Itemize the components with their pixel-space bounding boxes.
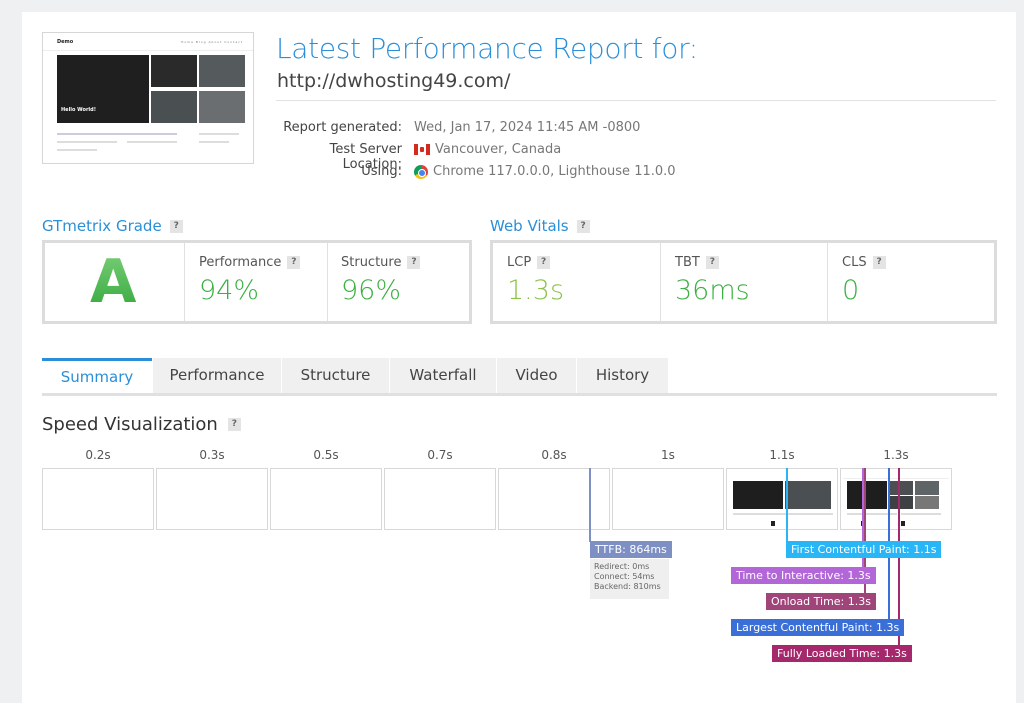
gtmetrix-grade-box: A Performance? 94% Structure? 96% [42, 240, 472, 324]
using-value: Chrome 117.0.0.0, Lighthouse 11.0.0 [433, 164, 676, 179]
web-vitals-box: LCP? 1.3s TBT? 36ms CLS? 0 [490, 240, 997, 324]
help-icon[interactable]: ? [287, 256, 301, 269]
structure-metric: Structure? 96% [327, 243, 469, 321]
report-title: Latest Performance Report for: [276, 32, 698, 65]
timeline-tick: 0.3s [199, 448, 225, 462]
web-vitals-title: Web Vitals [490, 217, 569, 235]
timeline-tick: 0.5s [313, 448, 339, 462]
filmstrip-frame[interactable] [498, 468, 610, 530]
thumbnail-site-name: Demo [57, 39, 74, 45]
ttfb-backend: Backend: 810ms [594, 582, 661, 591]
filmstrip-frame[interactable] [726, 468, 838, 530]
filmstrip-frame[interactable] [42, 468, 154, 530]
fully-loaded-time-marker: Fully Loaded Time: 1.3s [772, 645, 912, 662]
ttfb-details: Redirect: 0ms Connect: 54ms Backend: 810… [590, 559, 669, 599]
first-contentful-paint-marker: First Contentful Paint: 1.1s [786, 541, 942, 558]
tab-summary[interactable]: Summary [42, 358, 152, 393]
ttfb-marker: TTFB: 864ms [590, 541, 672, 558]
help-icon[interactable]: ? [537, 256, 551, 269]
cls-metric: CLS? 0 [828, 243, 994, 321]
cls-value: 0 [842, 275, 860, 306]
report-card: Demo Home Blog About Contact Hello World… [22, 12, 1016, 703]
timeline-tick: 1.1s [769, 448, 795, 462]
report-tabs: Summary Performance Structure Waterfall … [42, 358, 997, 396]
page-screenshot-thumbnail[interactable]: Demo Home Blog About Contact Hello World… [42, 32, 254, 164]
thumbnail-hero-text: Hello World! [61, 107, 96, 113]
cls-label: CLS [842, 255, 867, 270]
filmstrip-frame[interactable] [270, 468, 382, 530]
test-server-location: Vancouver, Canada [414, 142, 561, 157]
location-value: Vancouver, Canada [435, 142, 562, 157]
header-divider [276, 100, 996, 101]
structure-value: 96% [341, 275, 402, 306]
timeline-tick: 1s [661, 448, 675, 462]
structure-label: Structure [341, 255, 402, 270]
filmstrip-frame[interactable] [384, 468, 496, 530]
help-icon[interactable]: ? [407, 256, 421, 269]
grade-cell: A [45, 243, 185, 321]
using-label: Using: [361, 164, 402, 179]
onload-time-marker: Onload Time: 1.3s [766, 593, 876, 610]
performance-value: 94% [199, 275, 260, 306]
help-icon[interactable]: ? [576, 219, 590, 233]
report-url[interactable]: http://dwhosting49.com/ [277, 70, 510, 92]
filmstrip-frame[interactable] [156, 468, 268, 530]
timeline-tick: 0.7s [427, 448, 453, 462]
tab-structure[interactable]: Structure [282, 358, 389, 393]
tab-history[interactable]: History [577, 358, 668, 393]
time-to-interactive-marker: Time to Interactive: 1.3s [731, 567, 876, 584]
timeline-tick: 0.8s [541, 448, 567, 462]
speed-visualization-title: Speed Visualization [42, 414, 218, 435]
help-icon[interactable]: ? [872, 256, 886, 269]
thumbnail-nav: Home Blog About Contact [181, 40, 243, 44]
report-generated-label: Report generated: [283, 120, 402, 135]
timeline-tick: 1.3s [883, 448, 909, 462]
tbt-value: 36ms [675, 275, 750, 306]
lcp-metric: LCP? 1.3s [493, 243, 661, 321]
tab-video[interactable]: Video [497, 358, 576, 393]
tbt-metric: TBT? 36ms [661, 243, 829, 321]
web-vitals-heading: Web Vitals ? [490, 217, 590, 235]
lcp-value: 1.3s [507, 275, 565, 306]
ttfb-redirect: Redirect: 0ms [594, 562, 650, 571]
filmstrip-frame[interactable] [612, 468, 724, 530]
gtmetrix-grade-heading: GTmetrix Grade ? [42, 217, 183, 235]
help-icon[interactable]: ? [705, 256, 719, 269]
ttfb-connect: Connect: 54ms [594, 572, 655, 581]
tab-performance[interactable]: Performance [153, 358, 281, 393]
tab-waterfall[interactable]: Waterfall [390, 358, 496, 393]
using-browser: Chrome 117.0.0.0, Lighthouse 11.0.0 [414, 164, 676, 179]
filmstrip-frame[interactable] [840, 468, 952, 530]
speed-visualization-heading: Speed Visualization ? [42, 414, 241, 435]
performance-metric: Performance? 94% [185, 243, 327, 321]
tbt-label: TBT [675, 255, 700, 270]
chrome-icon [414, 164, 428, 179]
grade-letter: A [90, 247, 137, 317]
timeline-tick: 0.2s [85, 448, 111, 462]
largest-contentful-paint-marker: Largest Contentful Paint: 1.3s [731, 619, 905, 636]
help-icon[interactable]: ? [227, 418, 241, 431]
canada-flag-icon [414, 144, 430, 155]
lcp-label: LCP [507, 255, 532, 270]
performance-label: Performance [199, 255, 282, 270]
help-icon[interactable]: ? [169, 219, 183, 233]
gtmetrix-grade-title: GTmetrix Grade [42, 217, 162, 235]
report-generated-value: Wed, Jan 17, 2024 11:45 AM -0800 [414, 120, 641, 135]
